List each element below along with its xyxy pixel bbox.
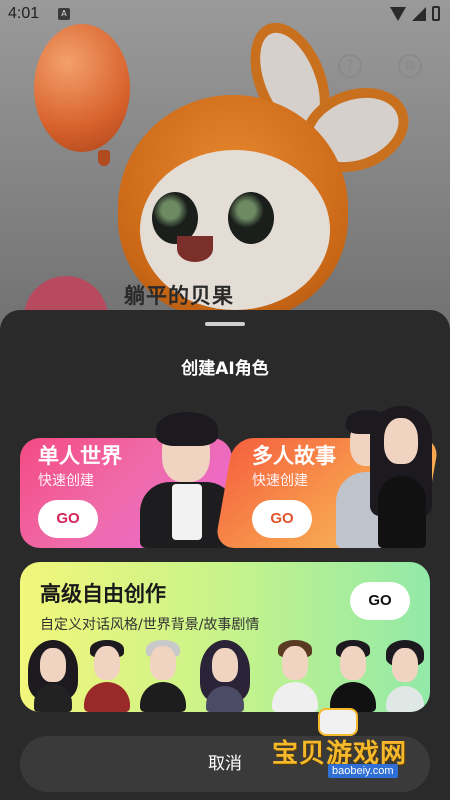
signal-icon bbox=[412, 6, 426, 21]
create-ai-role-sheet: 创建AI角色 bbox=[0, 310, 450, 800]
advanced-go-button[interactable]: GO bbox=[350, 582, 410, 620]
balloon-illustration bbox=[34, 24, 130, 152]
woman-character-illustration bbox=[200, 640, 250, 712]
single-card-title: 单人世界 bbox=[38, 444, 122, 468]
status-bar: 4:01 A bbox=[0, 0, 450, 30]
wifi-icon bbox=[390, 6, 406, 21]
characters-group-illustration bbox=[20, 640, 430, 712]
gamepad-icon bbox=[318, 708, 358, 736]
balloon-knot bbox=[98, 150, 110, 166]
multi-story-card[interactable]: 多人故事 快速创建 GO bbox=[214, 406, 440, 548]
advanced-card-subtitle: 自定义对话风格/世界背景/故事剧情 bbox=[40, 617, 260, 633]
single-world-card[interactable]: 单人世界 快速创建 GO bbox=[20, 412, 236, 548]
multi-card-title: 多人故事 bbox=[252, 444, 336, 468]
multi-card-subtitle: 快速创建 bbox=[252, 473, 308, 489]
man-character-illustration bbox=[270, 640, 320, 712]
man-character-illustration bbox=[82, 640, 132, 712]
sheet-title: 创建AI角色 bbox=[181, 359, 269, 379]
multi-go-button[interactable]: GO bbox=[252, 500, 312, 538]
rabbit-mouth bbox=[177, 236, 213, 262]
advanced-creation-card[interactable]: 高级自由创作 自定义对话风格/世界背景/故事剧情 GO bbox=[20, 562, 430, 712]
man-character-illustration bbox=[328, 640, 378, 712]
watermark-url: baobeiy.com bbox=[328, 764, 398, 778]
battery-icon bbox=[432, 6, 440, 21]
status-time: 4:01 bbox=[8, 5, 40, 22]
single-go-button[interactable]: GO bbox=[38, 500, 98, 538]
single-card-subtitle: 快速创建 bbox=[38, 473, 94, 489]
a-notification-icon: A bbox=[58, 8, 70, 20]
advanced-card-title: 高级自由创作 bbox=[40, 582, 166, 606]
help-icon: ? bbox=[338, 54, 362, 78]
woman-character-illustration bbox=[382, 640, 428, 712]
status-icons bbox=[390, 6, 440, 21]
sheet-drag-handle[interactable] bbox=[205, 322, 245, 326]
woman-character-illustration bbox=[370, 406, 432, 548]
settings-icon: ⚙ bbox=[398, 54, 422, 78]
rabbit-eye-right bbox=[228, 192, 274, 244]
woman-character-illustration bbox=[28, 640, 78, 712]
man-character-illustration bbox=[138, 640, 188, 712]
